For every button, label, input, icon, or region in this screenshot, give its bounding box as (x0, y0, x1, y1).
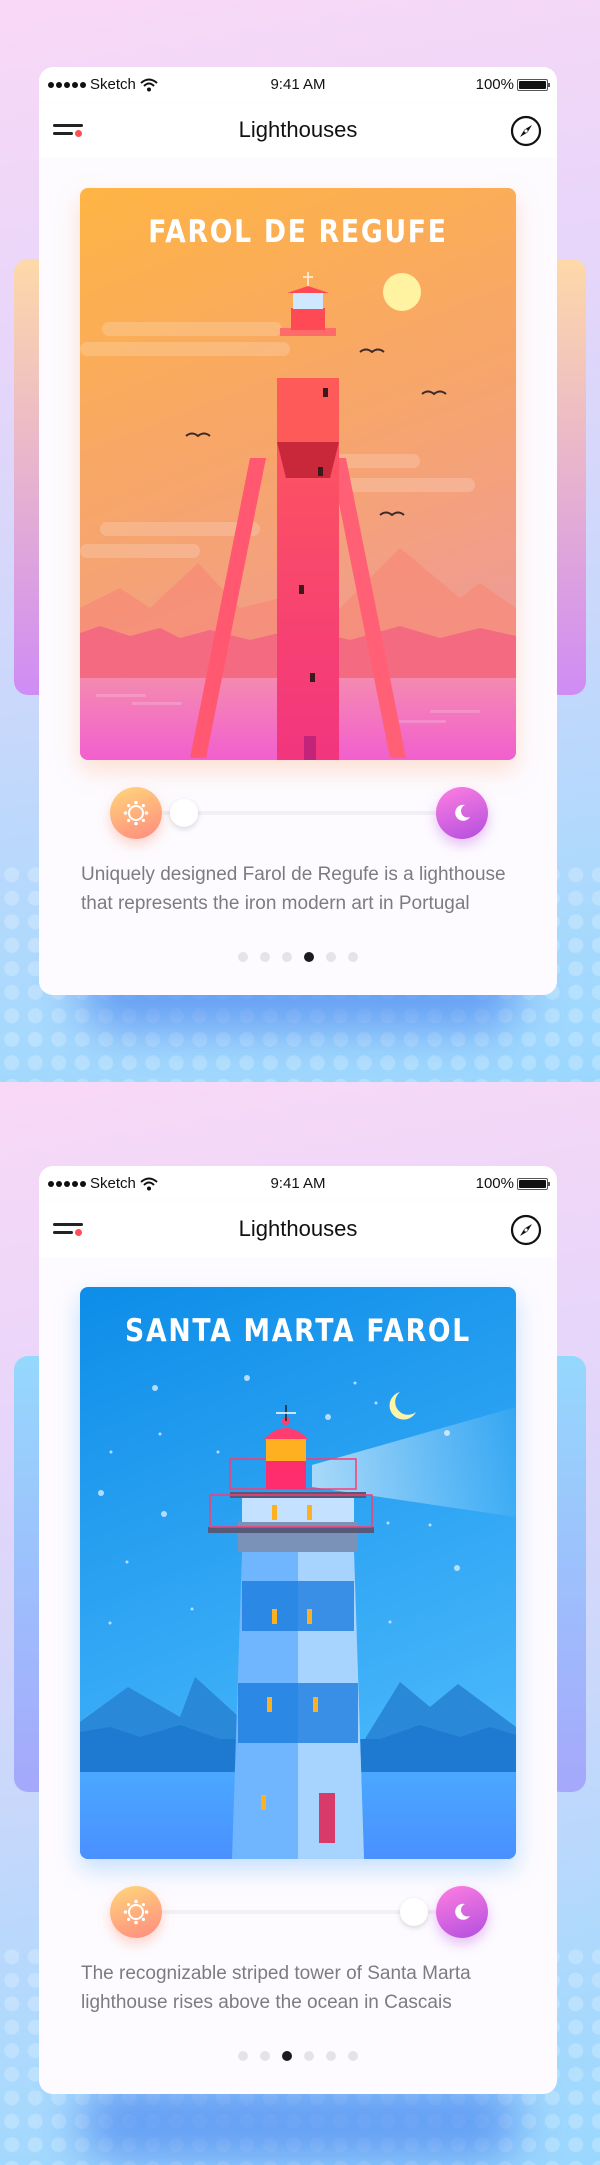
page-dot[interactable] (348, 2051, 358, 2061)
screen-farol-de-regufe: Sketch 9:41 AM 100% Lighthouses FAROL DE… (0, 0, 600, 1083)
navbar: Lighthouses (39, 1202, 557, 1257)
page-dot-active[interactable] (282, 2051, 292, 2061)
navbar: Lighthouses (39, 103, 557, 158)
compass-icon[interactable] (510, 115, 542, 147)
phone-shadow (80, 2082, 520, 2162)
page-dot[interactable] (238, 952, 248, 962)
moon-icon (455, 804, 470, 821)
page-dot[interactable] (326, 952, 336, 962)
moon-icon (455, 1903, 470, 1920)
battery-icon (517, 1177, 550, 1190)
card-title: FAROL DE REGUFE (148, 214, 448, 250)
battery-percent: 100% (475, 1175, 514, 1192)
day-night-slider[interactable] (110, 1886, 488, 1938)
slider-thumb[interactable] (400, 1898, 428, 1926)
page-dot-active[interactable] (304, 952, 314, 962)
phone-frame: Sketch 9:41 AM 100% Lighthouses (39, 1166, 557, 2094)
phone-frame: Sketch 9:41 AM 100% Lighthouses (39, 67, 557, 995)
pagination-dots (39, 2051, 557, 2061)
page-dot[interactable] (238, 2051, 248, 2061)
page-title: Lighthouses (238, 1216, 358, 1241)
moon-button[interactable] (436, 787, 488, 839)
battery: 100% (475, 76, 550, 93)
sun-icon (123, 1899, 149, 1925)
lighthouse-card[interactable]: FAROL DE REGUFE (80, 188, 516, 760)
page-dot[interactable] (326, 2051, 336, 2061)
santa-marta-farol-illustration (80, 1287, 516, 1859)
page-dot[interactable] (304, 2051, 314, 2061)
page-dot[interactable] (282, 952, 292, 962)
day-night-slider[interactable] (110, 787, 488, 839)
compass-icon[interactable] (510, 1214, 542, 1246)
page-dot[interactable] (348, 952, 358, 962)
content-area: FAROL DE REGUFE Uniquely designed Farol … (39, 158, 557, 995)
farol-de-regufe-illustration (80, 188, 516, 760)
sun-icon (123, 800, 149, 826)
pagination-dots (39, 952, 557, 962)
page-title: Lighthouses (238, 117, 358, 142)
battery: 100% (475, 1175, 550, 1192)
lighthouse-description: Uniquely designed Farol de Regufe is a l… (81, 864, 506, 914)
battery-icon (517, 78, 550, 91)
lighthouse-card[interactable]: SANTA MARTA FAROL (80, 1287, 516, 1859)
status-bar: Sketch 9:41 AM 100% (39, 1166, 557, 1202)
lighthouse-description: The recognizable striped tower of Santa … (81, 1963, 471, 2013)
screen-santa-marta-farol: Sketch 9:41 AM 100% Lighthouses SANTA MA… (0, 1082, 600, 2165)
battery-percent: 100% (475, 76, 514, 93)
slider-thumb[interactable] (170, 799, 198, 827)
card-title: SANTA MARTA FAROL (125, 1313, 471, 1349)
sun-button[interactable] (110, 1886, 162, 1938)
content-area: SANTA MARTA FAROL The recognizable strip… (39, 1257, 557, 2094)
page-dot[interactable] (260, 2051, 270, 2061)
status-bar: Sketch 9:41 AM 100% (39, 67, 557, 103)
sun-icon (383, 273, 421, 311)
sun-button[interactable] (110, 787, 162, 839)
moon-button[interactable] (436, 1886, 488, 1938)
page-dot[interactable] (260, 952, 270, 962)
